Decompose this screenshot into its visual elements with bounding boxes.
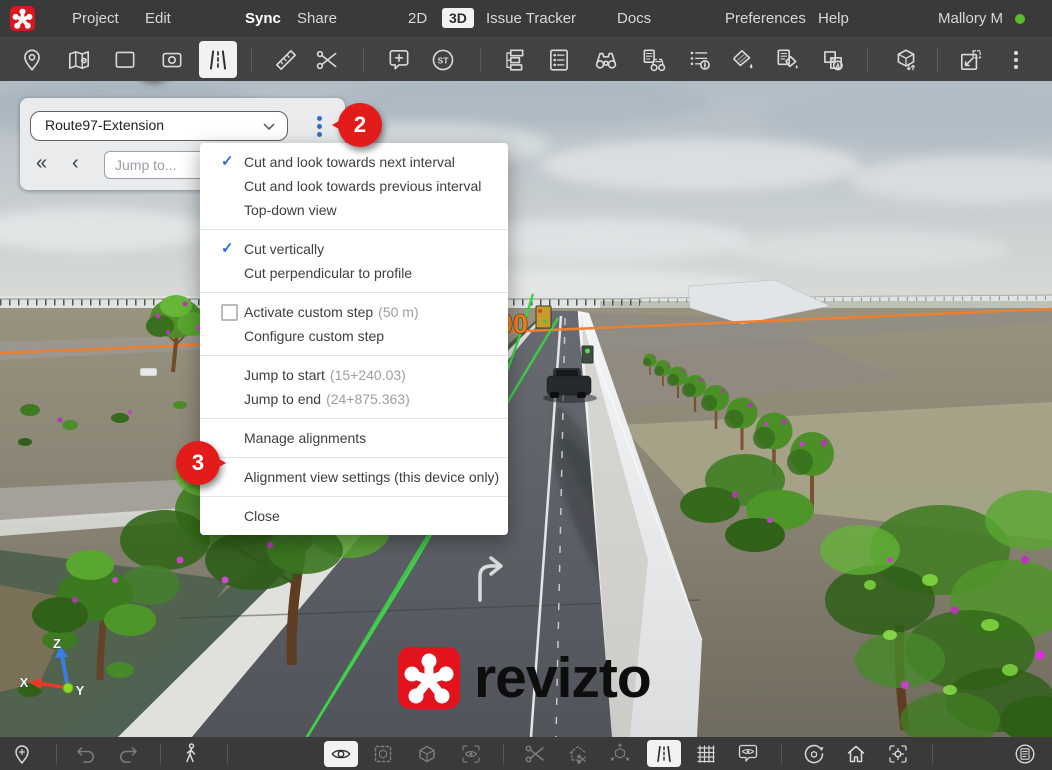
stamp-icon[interactable]: ST xyxy=(430,47,456,73)
paint-icon[interactable] xyxy=(729,47,755,73)
menu-project[interactable]: Project xyxy=(72,0,119,37)
menu-preferences[interactable]: Preferences xyxy=(725,0,806,37)
menu-2d[interactable]: 2D xyxy=(408,0,427,37)
watermark-brand-text: revizto xyxy=(474,646,651,710)
alignment-tool-active-chip[interactable] xyxy=(199,41,237,78)
camera-icon[interactable] xyxy=(159,47,185,73)
menu-item-close[interactable]: Close xyxy=(200,504,508,528)
menu-item-jump-to-end[interactable]: Jump to end(24+875.363) xyxy=(200,387,508,411)
top-menu-bar: Project Edit Sync Share 2D 3D Issue Trac… xyxy=(0,0,1052,37)
clip-icon[interactable] xyxy=(523,742,547,766)
show-box-icon[interactable] xyxy=(415,742,439,766)
more-options-icon[interactable] xyxy=(1003,47,1029,73)
menu-item-configure-custom-step[interactable]: Configure custom step xyxy=(200,324,508,348)
revizto-logo-icon xyxy=(398,647,460,709)
add-viewpoint-icon[interactable] xyxy=(10,742,34,766)
menu-item-cut-vertically[interactable]: ✓Cut vertically xyxy=(200,237,508,261)
axis-z-label: Z xyxy=(53,636,61,651)
isolate-box-icon[interactable] xyxy=(371,742,395,766)
alignment-view-active-chip[interactable] xyxy=(647,740,681,767)
toolbar-separator xyxy=(503,744,504,764)
clip-home-icon[interactable] xyxy=(566,742,590,766)
alignment-select[interactable]: Route97-Extension xyxy=(30,111,288,141)
menu-item-cut-previous-interval[interactable]: Cut and look towards previous interval xyxy=(200,174,508,198)
menu-edit[interactable]: Edit xyxy=(145,0,171,37)
check-icon: ✓ xyxy=(221,150,234,174)
sheet-stack-icon[interactable] xyxy=(501,47,527,73)
redo-icon[interactable] xyxy=(116,742,140,766)
menu-issue-tracker[interactable]: Issue Tracker xyxy=(486,0,576,37)
map-icon[interactable] xyxy=(66,47,92,73)
menu-3d-active[interactable]: 3D xyxy=(442,8,474,28)
revizto-watermark: revizto xyxy=(398,646,651,710)
toolbar-separator xyxy=(363,48,364,72)
step-badge-3: 3 xyxy=(176,441,220,485)
toolbar-separator xyxy=(932,744,933,764)
issue-visibility-icon[interactable] xyxy=(736,742,760,766)
menu-sync[interactable]: Sync xyxy=(245,0,281,37)
alignment-select-value: Route97-Extension xyxy=(45,117,164,133)
user-menu[interactable]: Mallory M xyxy=(938,0,1003,37)
menu-help[interactable]: Help xyxy=(818,0,849,37)
viewpoint-pin-icon[interactable] xyxy=(19,47,45,73)
visibility-active-chip[interactable] xyxy=(324,741,358,767)
toolbar-separator xyxy=(867,48,868,72)
bottom-toolbar xyxy=(0,737,1052,770)
menu-item-activate-custom-step[interactable]: Activate custom step(50 m) xyxy=(200,300,508,324)
menu-share[interactable]: Share xyxy=(297,0,337,37)
add-issue-icon[interactable] xyxy=(386,47,412,73)
axis-x-label: X xyxy=(20,675,29,690)
axis-y-label: Y xyxy=(76,683,85,698)
grid-icon[interactable] xyxy=(694,742,718,766)
toolbar-separator xyxy=(781,744,782,764)
menu-item-alignment-view-settings[interactable]: Alignment view settings (this device onl… xyxy=(200,465,508,489)
toolbar-separator xyxy=(937,48,938,72)
menu-item-manage-alignments[interactable]: Manage alignments xyxy=(200,426,508,450)
step-badge-2: 2 xyxy=(338,103,382,147)
checkbox-unchecked-icon[interactable] xyxy=(221,304,238,321)
fit-to-screen-icon[interactable] xyxy=(958,47,984,73)
export-3d-icon[interactable] xyxy=(893,47,919,73)
ruler-icon[interactable] xyxy=(273,47,299,73)
toolbar-separator xyxy=(480,48,481,72)
paint-rules-icon[interactable] xyxy=(774,47,800,73)
jump-previous-interval-button[interactable]: ‹ xyxy=(72,149,79,177)
menu-item-cut-perpendicular[interactable]: Cut perpendicular to profile xyxy=(200,261,508,285)
object-info-icon[interactable] xyxy=(686,47,712,73)
menu-docs[interactable]: Docs xyxy=(617,0,651,37)
jump-first-interval-button[interactable]: « xyxy=(36,149,47,177)
sheets-icon[interactable] xyxy=(112,47,138,73)
saved-search-icon[interactable] xyxy=(640,47,666,73)
chevron-down-icon xyxy=(263,123,275,131)
toolbar-separator xyxy=(251,48,252,72)
home-view-icon[interactable] xyxy=(844,742,868,766)
alignment-options-menu: ✓Cut and look towards next interval Cut … xyxy=(200,143,508,535)
hide-object-icon[interactable] xyxy=(459,742,483,766)
focus-icon[interactable] xyxy=(886,742,910,766)
appearance-templates-icon[interactable] xyxy=(820,47,846,73)
svg-text:ST: ST xyxy=(437,55,449,65)
revizto-app-icon[interactable] xyxy=(10,6,35,31)
move-object-icon[interactable] xyxy=(608,742,632,766)
menu-item-top-down-view[interactable]: Top-down view xyxy=(200,198,508,222)
main-toolbar: ST xyxy=(0,37,1052,81)
toolbar-separator xyxy=(160,744,161,764)
orbit-icon[interactable] xyxy=(802,742,826,766)
undo-icon[interactable] xyxy=(74,742,98,766)
search-binoculars-icon[interactable] xyxy=(593,47,619,73)
walk-mode-icon[interactable] xyxy=(179,742,203,766)
toolbar-separator xyxy=(56,744,57,764)
properties-icon[interactable] xyxy=(1013,742,1037,766)
check-icon: ✓ xyxy=(221,237,234,261)
menu-item-cut-next-interval[interactable]: ✓Cut and look towards next interval xyxy=(200,150,508,174)
issue-list-icon[interactable] xyxy=(546,47,572,73)
menu-item-jump-to-start[interactable]: Jump to start(15+240.03) xyxy=(200,363,508,387)
revizto-app-window: 00 xyxy=(0,0,1052,770)
user-online-status-dot xyxy=(1015,14,1025,24)
toolbar-separator xyxy=(227,744,228,764)
clip-scissors-icon[interactable] xyxy=(314,47,340,73)
